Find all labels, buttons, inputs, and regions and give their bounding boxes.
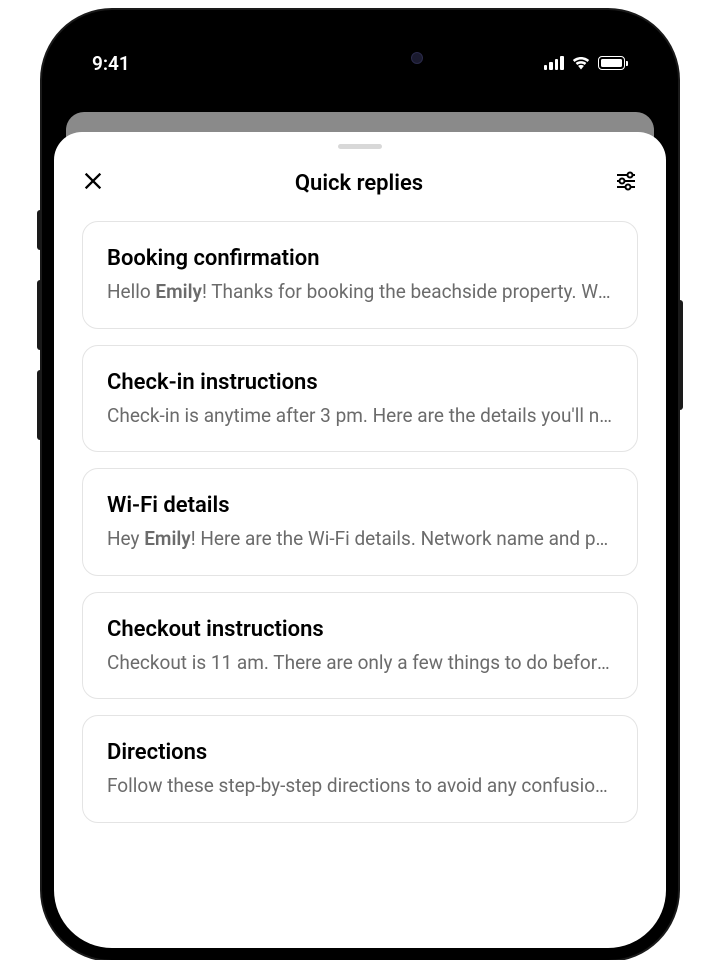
quick-reply-card-checkout-instructions[interactable]: Checkout instructions Checkout is 11 am.… — [82, 592, 638, 700]
quick-replies-sheet: Quick replies Booking confirmation — [54, 132, 666, 948]
card-title: Booking confirmation — [107, 246, 613, 271]
battery-icon — [598, 56, 629, 70]
phone-silence-switch — [37, 210, 42, 250]
card-title: Check-in instructions — [107, 370, 613, 395]
phone-volume-down — [37, 370, 42, 440]
phone-frame: 9:41 — [42, 10, 678, 960]
phone-screen: 9:41 — [54, 22, 666, 948]
quick-reply-card-wifi-details[interactable]: Wi-Fi details Hey Emily! Here are the Wi… — [82, 468, 638, 576]
camera-dot — [411, 52, 423, 64]
quick-reply-card-check-in-instructions[interactable]: Check-in instructions Check-in is anytim… — [82, 345, 638, 453]
quick-reply-card-directions[interactable]: Directions Follow these step-by-step dir… — [82, 715, 638, 823]
cellular-signal-icon — [544, 56, 564, 70]
card-preview: Check-in is anytime after 3 pm. Here are… — [107, 403, 613, 430]
card-title: Directions — [107, 740, 613, 765]
wifi-icon — [571, 52, 591, 75]
close-button[interactable] — [82, 170, 104, 196]
quick-reply-list[interactable]: Booking confirmation Hello Emily! Thanks… — [54, 221, 666, 823]
status-indicators — [544, 52, 629, 75]
status-time: 9:41 — [92, 52, 130, 75]
sheet-title: Quick replies — [295, 171, 423, 196]
card-preview: Hey Emily! Here are the Wi-Fi details. N… — [107, 526, 613, 553]
card-title: Wi-Fi details — [107, 493, 613, 518]
card-preview: Checkout is 11 am. There are only a few … — [107, 650, 613, 677]
sheet-header: Quick replies — [54, 169, 666, 221]
phone-power-button — [678, 300, 683, 410]
card-preview: Hello Emily! Thanks for booking the beac… — [107, 279, 613, 306]
dynamic-island — [285, 38, 435, 78]
phone-volume-up — [37, 280, 42, 350]
quick-reply-card-booking-confirmation[interactable]: Booking confirmation Hello Emily! Thanks… — [82, 221, 638, 329]
sheet-grabber[interactable] — [338, 144, 382, 149]
card-preview: Follow these step-by-step directions to … — [107, 773, 613, 800]
card-title: Checkout instructions — [107, 617, 613, 642]
settings-button[interactable] — [614, 169, 638, 197]
